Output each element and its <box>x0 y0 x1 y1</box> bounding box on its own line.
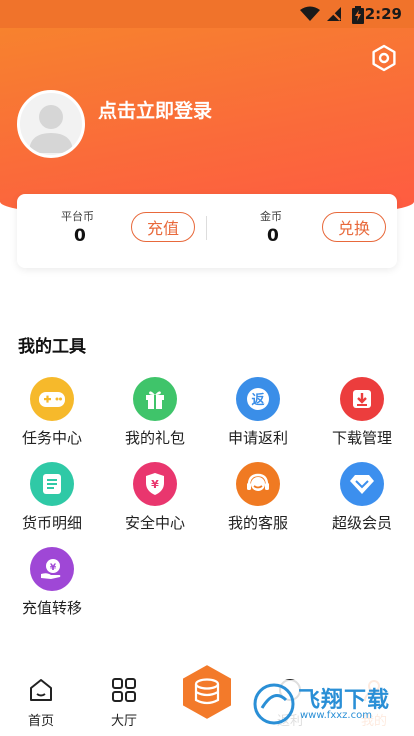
clock: 2:29 <box>364 5 402 23</box>
tool-currency-details[interactable]: 货币明细 <box>2 462 102 533</box>
tool-recharge-transfer[interactable]: ¥ 充值转移 <box>2 547 102 618</box>
login-prompt[interactable]: 点击立即登录 <box>98 96 212 123</box>
download-icon <box>340 377 384 421</box>
svg-text:¥: ¥ <box>50 563 57 573</box>
tool-label: 充值转移 <box>21 599 82 617</box>
rebate-icon: 返 <box>236 377 280 421</box>
tab-home[interactable]: 首页 <box>11 676 71 729</box>
tool-label: 我的客服 <box>227 514 288 532</box>
exchange-button-label: 兑换 <box>337 219 370 238</box>
balance-card: 平台币 0 充值 金币 0 兑换 <box>17 194 397 268</box>
tool-task-center[interactable]: 任务中心 <box>2 377 102 448</box>
status-bar: 2:29 <box>0 0 414 28</box>
watermark-logo <box>253 683 295 725</box>
avatar[interactable] <box>17 90 85 158</box>
headset-icon <box>236 462 280 506</box>
watermark-url: www.fxxz.com <box>300 710 372 721</box>
tool-super-vip[interactable]: 超级会员 <box>312 462 412 533</box>
tool-customer-service[interactable]: 我的客服 <box>208 462 308 533</box>
exchange-button[interactable]: 兑换 <box>322 212 386 242</box>
wifi-icon <box>300 6 320 21</box>
recharge-button-label: 充值 <box>146 219 179 238</box>
tool-label: 我的礼包 <box>124 429 185 447</box>
platform-coin-label: 平台币 <box>61 210 94 223</box>
tool-label: 超级会员 <box>331 514 392 532</box>
recharge-button[interactable]: 充值 <box>131 212 195 242</box>
svg-text:¥: ¥ <box>151 478 159 491</box>
tools-section-title: 我的工具 <box>18 337 86 357</box>
tool-label: 货币明细 <box>21 514 82 532</box>
tab-label: 大厅 <box>110 714 137 729</box>
signal-icon <box>327 7 341 21</box>
gamepad-icon <box>30 377 74 421</box>
gold-coin-value: 0 <box>267 226 279 246</box>
tool-apply-rebate[interactable]: 返 申请返利 <box>208 377 308 448</box>
document-icon <box>30 462 74 506</box>
tool-security-center[interactable]: ¥ 安全中心 <box>105 462 205 533</box>
tab-label: 首页 <box>27 714 54 729</box>
coin-transfer-icon: ¥ <box>30 547 74 591</box>
battery-icon <box>352 6 364 24</box>
gift-icon <box>133 377 177 421</box>
tool-label: 申请返利 <box>227 429 288 447</box>
grid-icon <box>112 678 136 702</box>
default-user-icon <box>29 105 73 153</box>
tool-label: 任务中心 <box>21 429 82 447</box>
svg-text:返: 返 <box>251 393 264 408</box>
center-coin-button[interactable] <box>180 663 234 721</box>
shield-icon: ¥ <box>133 462 177 506</box>
platform-coin-value: 0 <box>74 226 86 246</box>
tool-label: 安全中心 <box>124 514 185 532</box>
gold-coin-label: 金币 <box>260 210 282 223</box>
settings-icon[interactable] <box>370 44 398 72</box>
diamond-icon <box>340 462 384 506</box>
card-divider <box>206 216 207 240</box>
tool-label: 下载管理 <box>331 429 392 447</box>
watermark: 飞翔下载 www.fxxz.com <box>248 680 410 728</box>
tool-my-gifts[interactable]: 我的礼包 <box>105 377 205 448</box>
tab-hall[interactable]: 大厅 <box>94 676 154 729</box>
tool-download-manager[interactable]: 下载管理 <box>312 377 412 448</box>
home-icon <box>30 679 52 701</box>
